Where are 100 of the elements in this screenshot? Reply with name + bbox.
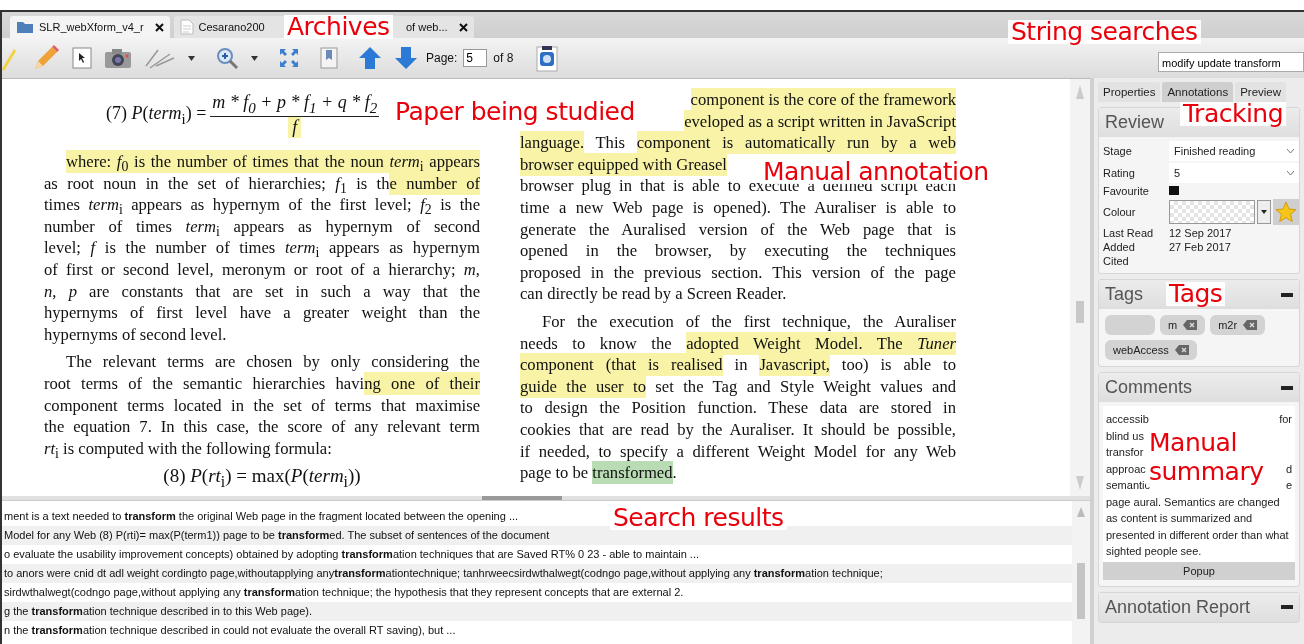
section-title: Comments bbox=[1105, 377, 1193, 398]
fit-page-icon[interactable] bbox=[278, 47, 300, 69]
text-line: opened in the browser, by executing the techniques bbox=[520, 240, 956, 262]
comment-text: transfor bbox=[1106, 445, 1144, 460]
pencil-icon[interactable] bbox=[32, 44, 60, 72]
clipboard-icon[interactable] bbox=[535, 44, 560, 72]
panel-tab[interactable]: Annotations bbox=[1162, 82, 1234, 102]
text-line: root terms of the semantic hierarchies having one of their bbox=[44, 372, 480, 395]
field-label: Favourite bbox=[1103, 185, 1150, 197]
collapse-icon[interactable] bbox=[1281, 292, 1293, 297]
search-result[interactable]: sirdwthalwegt(codngo page,without applying any transformation technique; the hypothesis that they represent concepts that are external 2. bbox=[4, 586, 684, 598]
search-result[interactable]: g the transformation technique described in to this Web page). bbox=[4, 605, 312, 617]
section-title: Annotation Report bbox=[1105, 596, 1251, 618]
close-icon[interactable] bbox=[154, 22, 164, 32]
text-line: of first or second level, meronym or root of a hierarchy; m, bbox=[44, 258, 480, 281]
tag-input[interactable] bbox=[1105, 315, 1155, 335]
text-line: language. This component is automatically run by a web bbox=[520, 132, 956, 154]
arrow-up-icon[interactable] bbox=[358, 46, 382, 70]
text-line: hypernyms of second level. bbox=[44, 323, 228, 346]
tag-chip[interactable]: webAccess bbox=[1105, 340, 1197, 360]
field-label: Colour bbox=[1103, 206, 1137, 218]
section-title: Tags bbox=[1105, 284, 1144, 305]
text-line: time a new Web page is opened). The Auraliser is able to bbox=[520, 196, 956, 219]
callout-tooltip: Search results bbox=[610, 506, 787, 530]
field-label: Last Read bbox=[1103, 227, 1155, 239]
scrollbar[interactable] bbox=[1070, 79, 1090, 496]
dropdown[interactable]: 5 bbox=[1169, 163, 1299, 183]
search-result[interactable]: ment is a text needed to transform the original Web page in the fragment located between the opening ... bbox=[4, 510, 519, 522]
panel-tab[interactable]: Properties bbox=[1098, 82, 1161, 102]
dropdown-button[interactable] bbox=[1257, 200, 1271, 224]
delete-icon[interactable] bbox=[1243, 320, 1258, 330]
callout-tooltip: String searches bbox=[1008, 20, 1201, 44]
text-line: level; f is the number of times term$_{i}$ appears as hypernym bbox=[44, 237, 480, 259]
text-line: can directly be read by a Screen Reader. bbox=[520, 283, 788, 305]
page-label: Page: bbox=[426, 51, 458, 65]
field-label: Added bbox=[1103, 241, 1136, 253]
comment-text: approac bbox=[1106, 461, 1146, 477]
zoom-in-icon[interactable] bbox=[215, 46, 239, 70]
text-line: the equation 7. In this case, the score of any relevant term bbox=[44, 416, 480, 438]
callout-tooltip: Archives bbox=[284, 15, 393, 39]
text-line: cookies that are read by the Auraliser. It should be possible, bbox=[520, 418, 956, 441]
field-value: 12 Sep 2017 bbox=[1169, 227, 1233, 239]
scroll-thumb[interactable] bbox=[1077, 563, 1085, 619]
search-field[interactable]: modify update transform bbox=[1158, 52, 1304, 72]
equation: (8) P(rt$_{i}$) = max(P(term$_{i}$)) bbox=[162, 465, 362, 492]
comment-text: accessib bbox=[1106, 412, 1149, 427]
document-tab[interactable]: SLR_webXform_v4_r bbox=[10, 16, 170, 38]
scroll-thumb[interactable] bbox=[1076, 301, 1084, 323]
text-line: guide the user to set the Tag and Style Weight values and bbox=[520, 375, 956, 398]
folder-icon bbox=[16, 20, 34, 34]
page-number-field[interactable]: 5 bbox=[463, 49, 488, 67]
document-icon bbox=[179, 19, 194, 35]
panel-tab[interactable]: Preview bbox=[1235, 82, 1287, 102]
bookmark-icon[interactable] bbox=[320, 47, 338, 69]
chevron-icon bbox=[1287, 170, 1294, 176]
text-line: number of times term$_{i}$ appears as hypernym of second bbox=[44, 215, 480, 238]
text-line: generate the Auralised version of the Web page that is bbox=[520, 218, 956, 241]
text-line: component (that is realised in Javascript, too) is able to bbox=[520, 354, 956, 376]
text-line: needs to know the adopted Weight Model. The Tuner bbox=[520, 332, 956, 355]
text-line: proposed in the previous section. This version of the page bbox=[520, 261, 956, 284]
delete-icon[interactable] bbox=[1183, 320, 1198, 330]
scrollbar[interactable] bbox=[1072, 501, 1090, 644]
comment-text: e bbox=[1285, 478, 1292, 493]
chevron-icon bbox=[1287, 148, 1294, 154]
note-icon[interactable] bbox=[72, 47, 92, 69]
collapse-icon[interactable] bbox=[1281, 385, 1293, 390]
field-label: Rating bbox=[1103, 167, 1136, 179]
arrow-down-icon[interactable] bbox=[394, 46, 418, 70]
caret-icon[interactable] bbox=[188, 55, 195, 61]
section-title: Review bbox=[1105, 112, 1165, 133]
text-line: component terms located in the set of terms that maximise bbox=[44, 394, 480, 417]
close-icon[interactable] bbox=[458, 22, 468, 32]
text-line: times term$_{i}$ appears as hypernym of the first level; f$_{2}$ is the bbox=[44, 194, 480, 216]
callout-tooltip: Tags bbox=[1166, 282, 1226, 306]
text-line: as root noun in the set of hierarchies; f$_{1}$ is the number of bbox=[44, 172, 480, 195]
text-line: to design the Position function. These data are stored in bbox=[520, 397, 956, 419]
comment-text: d bbox=[1285, 461, 1292, 477]
star-icon[interactable] bbox=[1273, 199, 1299, 225]
tag-chip[interactable]: m2r bbox=[1210, 315, 1266, 335]
search-result[interactable]: o evaluate the usability improvement concepts) obtained by adopting transformation techniques that are Saved RT% 0 23 - able to maintain ... bbox=[4, 548, 700, 560]
field-value: 27 Feb 2017 bbox=[1169, 241, 1232, 253]
text-line: n, p are constants that are set in such a way that the bbox=[44, 280, 480, 303]
text-line: page to be transformed. bbox=[520, 462, 678, 484]
field-label: Cited bbox=[1103, 255, 1130, 267]
delete-icon[interactable] bbox=[1174, 345, 1189, 355]
page-total: of 8 bbox=[493, 51, 514, 65]
comment-text: page aural. Semantics are changed as content is summarized and presented in different order than what sighted people see. bbox=[1106, 494, 1290, 559]
tag-chip[interactable]: m bbox=[1160, 315, 1206, 335]
comment-text: blind us bbox=[1106, 428, 1144, 444]
callout-tooltip: Tracking bbox=[1180, 102, 1287, 126]
text-line: For the execution of the first technique, the Auraliser bbox=[541, 310, 956, 333]
checkbox[interactable] bbox=[1169, 186, 1179, 195]
comment-text: for bbox=[1279, 412, 1292, 427]
search-result[interactable]: n the transformation technique described in could not evaluate the overall RT saving), but ... bbox=[4, 624, 456, 636]
field-label: Stage bbox=[1103, 145, 1133, 157]
caret-icon[interactable] bbox=[251, 55, 258, 61]
camera-icon[interactable] bbox=[104, 47, 132, 69]
dropdown[interactable]: Finished reading bbox=[1169, 141, 1299, 161]
text-line: if needed, to specify a different Weight Model for any Web bbox=[520, 440, 956, 463]
text-line: The relevant terms are chosen by only considering the bbox=[65, 351, 480, 373]
